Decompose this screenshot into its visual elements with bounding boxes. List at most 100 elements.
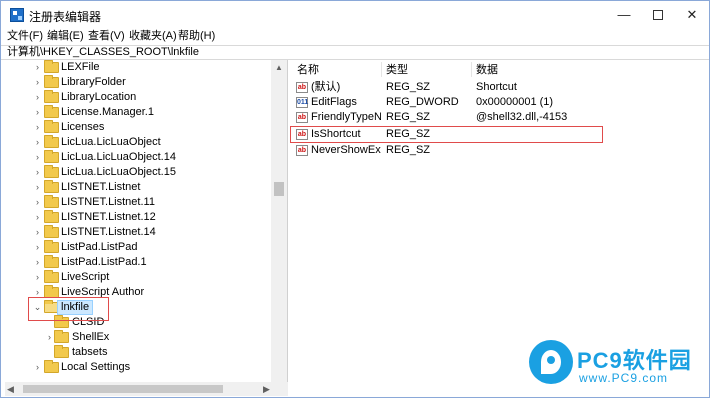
- folder-icon: [44, 165, 59, 178]
- tree-item-label: LiveScript: [61, 271, 110, 283]
- registry-editor-window: 注册表编辑器 — ✕ 文件(F) 编辑(E) 查看(V) 收藏夹(A) 帮助(H…: [0, 0, 710, 398]
- string-value-icon: ab: [296, 82, 308, 93]
- value-type: REG_DWORD: [386, 96, 459, 108]
- tree-item-label: LicLua.LicLuaObject: [61, 136, 161, 148]
- window-title: 注册表编辑器: [29, 10, 102, 24]
- highlight-box-lnkfile: [28, 297, 109, 321]
- column-divider[interactable]: [471, 62, 472, 77]
- tree-item-label: LISTNET.Listnet: [61, 181, 141, 193]
- value-row[interactable]: 011 EditFlags REG_DWORD 0x00000001 (1): [289, 95, 709, 110]
- chevron-right-icon[interactable]: ›: [33, 270, 42, 285]
- chevron-right-icon[interactable]: ›: [33, 240, 42, 255]
- scroll-left-arrow-icon[interactable]: ◀: [7, 382, 14, 396]
- chevron-right-icon[interactable]: ›: [33, 165, 42, 180]
- tree-item-label: ListPad.ListPad: [61, 241, 138, 253]
- column-header-type[interactable]: 类型: [386, 63, 408, 77]
- binary-value-icon: 011: [296, 97, 309, 108]
- tree-horizontal-scrollbar[interactable]: ◀ ▶: [5, 382, 288, 396]
- watermark-url: www.PC9.com: [579, 371, 669, 385]
- maximize-icon: [653, 9, 663, 20]
- regedit-app-icon: [10, 8, 24, 22]
- tree-item-label: LISTNET.Listnet.14: [61, 226, 156, 238]
- menu-help[interactable]: 帮助(H): [178, 29, 215, 44]
- tree-item-label: Licenses: [61, 121, 105, 133]
- value-data: @shell32.dll,-4153: [476, 111, 568, 123]
- folder-icon: [54, 345, 69, 358]
- value-name: FriendlyTypeN...: [311, 111, 381, 123]
- tree-item-label: ShellEx: [72, 331, 110, 343]
- close-button[interactable]: ✕: [675, 1, 709, 29]
- key-tree: › LEXFile › LibraryFolder › LibraryLocation…: [5, 60, 288, 382]
- string-value-icon: ab: [296, 112, 308, 123]
- tree-item-label: LibraryFolder: [61, 76, 126, 88]
- tree-item-label: LEXFile: [61, 61, 100, 73]
- menu-bar: 文件(F) 编辑(E) 查看(V) 收藏夹(A) 帮助(H): [1, 29, 709, 45]
- tree-item-label: LicLua.LicLuaObject.15: [61, 166, 176, 178]
- folder-icon: [44, 105, 59, 118]
- chevron-right-icon[interactable]: ›: [33, 105, 42, 120]
- chevron-right-icon[interactable]: ›: [33, 90, 42, 105]
- highlight-box-isshortcut: [290, 126, 603, 143]
- tree-item-label: tabsets: [72, 346, 108, 358]
- value-row[interactable]: ab (默认) REG_SZ Shortcut: [289, 80, 709, 95]
- scrollbar-thumb[interactable]: [274, 182, 284, 196]
- folder-icon: [44, 360, 59, 373]
- tree-item-label: Local Settings: [61, 361, 131, 373]
- value-type: REG_SZ: [386, 111, 431, 123]
- chevron-right-icon[interactable]: ›: [33, 120, 42, 135]
- scrollbar-thumb[interactable]: [23, 385, 223, 393]
- value-row[interactable]: ab NeverShowExt REG_SZ: [289, 143, 709, 158]
- menu-favorites[interactable]: 收藏夹(A): [129, 29, 177, 44]
- value-name: EditFlags: [311, 96, 357, 108]
- folder-icon: [44, 135, 59, 148]
- tree-item-label: LISTNET.Listnet.11: [61, 196, 155, 208]
- chevron-right-icon[interactable]: ›: [33, 360, 42, 375]
- column-header-name[interactable]: 名称: [297, 63, 319, 77]
- scroll-right-arrow-icon[interactable]: ▶: [263, 382, 270, 396]
- folder-icon: [44, 60, 59, 73]
- maximize-button[interactable]: [641, 1, 675, 29]
- chevron-right-icon[interactable]: ›: [33, 60, 42, 75]
- folder-icon: [44, 195, 59, 208]
- chevron-right-icon[interactable]: ›: [33, 195, 42, 210]
- address-bar[interactable]: 计算机\HKEY_CLASSES_ROOT\lnkfile: [1, 45, 709, 60]
- tree-vertical-scrollbar[interactable]: ▲: [271, 60, 287, 382]
- column-divider[interactable]: [381, 62, 382, 77]
- chevron-right-icon[interactable]: ›: [33, 150, 42, 165]
- folder-icon: [44, 240, 59, 253]
- tree-item-label: LibraryLocation: [61, 91, 137, 103]
- value-data: Shortcut: [476, 81, 517, 93]
- folder-icon: [44, 270, 59, 283]
- folder-icon: [44, 225, 59, 238]
- chevron-right-icon[interactable]: ›: [33, 180, 42, 195]
- folder-icon: [44, 90, 59, 103]
- chevron-right-icon[interactable]: ›: [45, 330, 54, 345]
- value-data: 0x00000001 (1): [476, 96, 554, 108]
- minimize-button[interactable]: —: [607, 1, 641, 29]
- folder-icon: [44, 120, 59, 133]
- column-header-data[interactable]: 数据: [476, 63, 498, 77]
- value-type: REG_SZ: [386, 81, 431, 93]
- tree-item-label: LISTNET.Listnet.12: [61, 211, 156, 223]
- scroll-up-arrow-icon[interactable]: ▲: [271, 60, 287, 76]
- tree-item-label: LicLua.LicLuaObject.14: [61, 151, 176, 163]
- menu-file[interactable]: 文件(F): [7, 29, 43, 44]
- folder-icon: [54, 330, 69, 343]
- tree-item-label: ListPad.ListPad.1: [61, 256, 147, 268]
- value-type: REG_SZ: [386, 144, 431, 156]
- chevron-right-icon[interactable]: ›: [33, 210, 42, 225]
- folder-icon: [44, 150, 59, 163]
- folder-icon: [44, 180, 59, 193]
- chevron-right-icon[interactable]: ›: [33, 255, 42, 270]
- menu-edit[interactable]: 编辑(E): [47, 29, 84, 44]
- menu-view[interactable]: 查看(V): [88, 29, 125, 44]
- title-bar[interactable]: 注册表编辑器 — ✕: [1, 1, 709, 29]
- chevron-right-icon[interactable]: ›: [33, 225, 42, 240]
- folder-icon: [44, 75, 59, 88]
- chevron-right-icon[interactable]: ›: [33, 135, 42, 150]
- chevron-right-icon[interactable]: ›: [33, 75, 42, 90]
- value-row[interactable]: ab FriendlyTypeN... REG_SZ @shell32.dll,…: [289, 110, 709, 125]
- folder-icon: [44, 255, 59, 268]
- pc9-watermark: PC9软件园 www.PC9.com: [529, 340, 707, 392]
- tree-item-label: License.Manager.1: [61, 106, 154, 118]
